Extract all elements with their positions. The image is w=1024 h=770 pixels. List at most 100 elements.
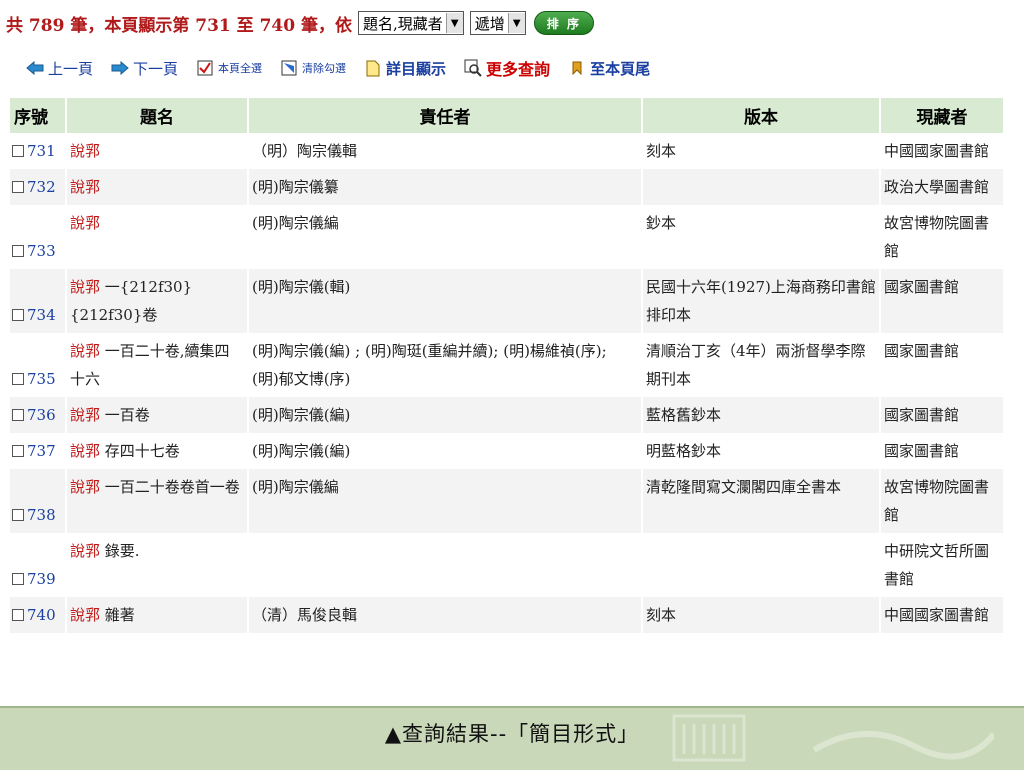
- title-link[interactable]: 說郛: [70, 442, 100, 460]
- results-table: 序號 題名 責任者 版本 現藏者 731 說郛 （明）陶宗儀輯 刻本 中國國家圖…: [10, 98, 1005, 633]
- author-cell: [248, 533, 643, 597]
- table-row: 735 說郛 一百二十卷,續集四十六 (明)陶宗儀(編) ; (明)陶珽(重編并…: [10, 333, 1005, 397]
- holder-cell: 國家圖書館: [880, 397, 1005, 433]
- column-header-number: 序號: [10, 98, 67, 133]
- table-row: 739 說郛 錄要. 中研院文哲所圖書館: [10, 533, 1005, 597]
- row-number: 738: [27, 506, 56, 524]
- edition-cell: 清順治丁亥（4年）兩浙督學李際期刊本: [642, 333, 881, 397]
- title-link[interactable]: 說郛: [70, 542, 100, 560]
- row-number: 736: [27, 406, 56, 424]
- prev-page-link[interactable]: 上一頁: [26, 58, 93, 79]
- title-link[interactable]: 說郛: [70, 142, 100, 160]
- chevron-down-icon: ▼: [445, 13, 463, 33]
- holder-cell: 國家圖書館: [880, 269, 1005, 333]
- title-link[interactable]: 說郛: [70, 606, 100, 624]
- select-all-label: 本頁全選: [218, 62, 263, 75]
- author-cell: (明)陶宗儀纂: [248, 169, 643, 205]
- title-cell: 說郛 一百卷: [66, 397, 249, 433]
- chevron-down-icon: ▼: [507, 13, 525, 33]
- prev-page-label: 上一頁: [48, 59, 94, 78]
- title-rest: 一百二十卷卷首一卷: [100, 478, 240, 496]
- title-rest: 雜著: [100, 606, 135, 624]
- author-cell: (明)陶宗儀(編) ; (明)陶珽(重編并續); (明)楊維禎(序); (明)郁…: [248, 333, 643, 397]
- row-checkbox[interactable]: [12, 145, 24, 157]
- magnifier-icon: [464, 59, 482, 77]
- table-row: 732 說郛 (明)陶宗儀纂 政治大學圖書館: [10, 169, 1005, 205]
- title-rest: 存四十七卷: [100, 442, 180, 460]
- row-checkbox[interactable]: [12, 245, 24, 257]
- title-cell: 說郛 雜著: [66, 597, 249, 633]
- more-search-link[interactable]: 更多查詢: [464, 56, 550, 80]
- title-link[interactable]: 說郛: [70, 342, 100, 360]
- title-link[interactable]: 說郛: [70, 406, 100, 424]
- arrow-left-icon: [26, 59, 44, 77]
- author-cell: (明)陶宗儀(輯): [248, 269, 643, 333]
- go-to-end-label: 至本頁尾: [590, 59, 651, 78]
- sort-order-value: 遞增: [474, 14, 505, 33]
- title-link[interactable]: 說郛: [70, 478, 100, 496]
- row-number-cell: 734: [10, 269, 67, 333]
- sort-field-select[interactable]: 題名,現藏者 ▼: [357, 11, 464, 35]
- next-page-link[interactable]: 下一頁: [111, 58, 178, 79]
- row-checkbox[interactable]: [12, 373, 24, 385]
- table-row: 736 說郛 一百卷 (明)陶宗儀(編) 藍格舊鈔本 國家圖書館: [10, 397, 1005, 433]
- row-number-cell: 736: [10, 397, 67, 433]
- select-all-link[interactable]: 本頁全選: [196, 59, 262, 77]
- sort-order-select[interactable]: 遞增 ▼: [469, 11, 526, 35]
- author-cell: （明）陶宗儀輯: [248, 133, 643, 169]
- table-row: 733 說郛 (明)陶宗儀編 鈔本 故宮博物院圖書館: [10, 205, 1005, 269]
- row-checkbox[interactable]: [12, 409, 24, 421]
- author-cell: (明)陶宗儀編: [248, 469, 643, 533]
- clear-selection-link[interactable]: 清除勾選: [280, 59, 346, 77]
- row-checkbox[interactable]: [12, 509, 24, 521]
- row-number-cell: 739: [10, 533, 67, 597]
- table-row: 731 說郛 （明）陶宗儀輯 刻本 中國國家圖書館: [10, 133, 1005, 169]
- row-number: 735: [27, 370, 56, 388]
- row-checkbox[interactable]: [12, 181, 24, 193]
- row-checkbox[interactable]: [12, 445, 24, 457]
- table-row: 734 說郛 一{212f30}{212f30}卷 (明)陶宗儀(輯) 民國十六…: [10, 269, 1005, 333]
- sort-button[interactable]: 排 序: [533, 11, 594, 35]
- edition-cell: [642, 169, 881, 205]
- row-number: 737: [27, 442, 56, 460]
- detail-view-link[interactable]: 詳目顯示: [364, 58, 446, 79]
- title-rest: 一百卷: [100, 406, 150, 424]
- more-search-label: 更多查詢: [486, 60, 551, 79]
- row-number-cell: 738: [10, 469, 67, 533]
- holder-cell: 國家圖書館: [880, 433, 1005, 469]
- next-page-label: 下一頁: [133, 59, 179, 78]
- title-link[interactable]: 說郛: [70, 178, 100, 196]
- row-number-cell: 732: [10, 169, 67, 205]
- row-number: 739: [27, 570, 56, 588]
- holder-cell: 中國國家圖書館: [880, 597, 1005, 633]
- bookmark-icon: [568, 59, 586, 77]
- edition-cell: 清乾隆間寫文瀾閣四庫全書本: [642, 469, 881, 533]
- arrow-right-icon: [111, 59, 129, 77]
- title-cell: 說郛 一百二十卷,續集四十六: [66, 333, 249, 397]
- row-checkbox[interactable]: [12, 609, 24, 621]
- column-header-edition: 版本: [642, 98, 881, 133]
- result-summary: 共 789 筆，本頁顯示第 731 至 740 筆，依 題名,現藏者 ▼ 遞增 …: [6, 8, 594, 38]
- row-number-cell: 737: [10, 433, 67, 469]
- author-cell: (明)陶宗儀編: [248, 205, 643, 269]
- table-header-row: 序號 題名 責任者 版本 現藏者: [10, 98, 1005, 133]
- title-cell: 說郛 錄要.: [66, 533, 249, 597]
- detail-view-label: 詳目顯示: [386, 59, 447, 78]
- edition-cell: 藍格舊鈔本: [642, 397, 881, 433]
- title-cell: 說郛: [66, 205, 249, 269]
- go-to-end-link[interactable]: 至本頁尾: [568, 58, 650, 79]
- title-link[interactable]: 說郛: [70, 278, 100, 296]
- row-number: 731: [27, 142, 56, 160]
- column-header-holder: 現藏者: [880, 98, 1005, 133]
- row-checkbox[interactable]: [12, 309, 24, 321]
- clear-selection-label: 清除勾選: [302, 62, 347, 75]
- clear-selection-icon: [280, 59, 298, 77]
- title-link[interactable]: 說郛: [70, 214, 100, 232]
- title-cell: 說郛 一{212f30}{212f30}卷: [66, 269, 249, 333]
- row-checkbox[interactable]: [12, 573, 24, 585]
- edition-cell: 刻本: [642, 597, 881, 633]
- title-rest: 錄要.: [100, 542, 140, 560]
- checkbox-checked-icon: [196, 59, 214, 77]
- holder-cell: 故宮博物院圖書館: [880, 205, 1005, 269]
- result-toolbar: 上一頁 下一頁 本頁全選 清除勾選 詳目顯示 更多查詢 至本頁尾: [26, 56, 668, 80]
